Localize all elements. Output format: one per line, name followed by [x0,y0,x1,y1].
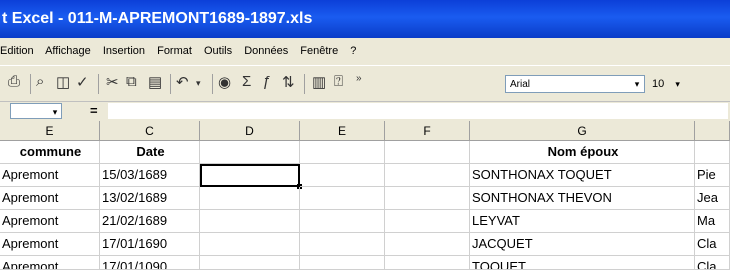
table-cell[interactable]: Apremont [0,210,100,233]
table-cell[interactable]: JACQUET [470,233,695,256]
toolbar-separator [212,74,213,94]
table-cell[interactable]: Ma [695,210,730,233]
table-cell[interactable]: Apremont [0,233,100,256]
table-cell[interactable] [300,164,385,187]
undo-dropdown-icon[interactable]: ▾ [196,78,201,89]
formula-bar: ▾ = [0,101,730,121]
table-cell[interactable] [385,233,470,256]
table-cell[interactable] [385,141,470,164]
table-cell[interactable]: SONTHONAX TOQUET [470,164,695,187]
font-size-dropdown-icon[interactable]: ▾ [675,79,680,89]
name-box[interactable]: ▾ [10,103,62,119]
spelling-icon[interactable]: ✓ [76,73,89,91]
preview-icon[interactable]: ◫ [56,73,70,91]
table-cell[interactable]: 13/02/1689 [100,187,200,210]
formula-input[interactable] [108,103,728,119]
hyperlink-icon[interactable]: ◉ [218,73,231,91]
table-cell[interactable]: 21/02/1689 [100,210,200,233]
font-name-select[interactable]: Arial ▾ [505,75,645,93]
table-cell[interactable]: Pie [695,164,730,187]
column-header[interactable] [695,121,730,141]
menu-edition[interactable]: Edition [0,45,34,57]
more-buttons-icon[interactable]: » [356,73,362,84]
cut-icon[interactable]: ✂ [106,73,119,91]
table-cell[interactable] [385,210,470,233]
table-cell[interactable]: Cla [695,256,730,270]
toolbar-separator [30,74,31,94]
undo-icon[interactable]: ↶ [176,73,189,91]
column-header[interactable]: G [470,121,695,141]
active-cell[interactable] [200,164,300,187]
menu-insertion[interactable]: Insertion [103,45,145,57]
column-header[interactable]: C [100,121,200,141]
chart-wizard-icon[interactable]: ▥ [312,73,326,91]
column-header[interactable]: E [300,121,385,141]
copy-icon[interactable]: ⧉ [126,73,137,90]
menu-outils[interactable]: Outils [204,45,232,57]
table-cell[interactable] [200,141,300,164]
window-title: t Excel - 011-M-APREMONT1689-1897.xls [2,10,313,27]
formula-equals-icon[interactable]: = [90,103,98,118]
column-header[interactable]: D [200,121,300,141]
table-cell[interactable] [300,233,385,256]
table-header-cell[interactable]: Date [100,141,200,164]
print-icon[interactable]: ⎙ [8,73,20,90]
font-size-value: 10 [652,78,665,90]
table-cell[interactable]: Apremont [0,164,100,187]
toolbar-separator [170,74,171,94]
font-name-dropdown-icon[interactable]: ▾ [630,76,644,92]
table-cell[interactable] [385,164,470,187]
table-cell[interactable]: SONTHONAX THEVON [470,187,695,210]
sort-ascending-icon[interactable]: ⇅ [282,73,295,91]
table-cell[interactable]: Jea [695,187,730,210]
table-cell[interactable] [200,256,300,270]
toolbar-separator [304,74,305,94]
function-icon[interactable]: ƒ [262,73,270,90]
menu-help[interactable]: ? [350,45,356,57]
table-cell[interactable]: LEYVAT [470,210,695,233]
name-box-dropdown-icon[interactable]: ▾ [49,104,61,120]
table-cell[interactable] [695,141,730,164]
menu-format[interactable]: Format [157,45,192,57]
table-cell[interactable] [200,187,300,210]
print-preview-icon[interactable]: ⌕ [36,73,44,90]
standard-toolbar: ⎙ ⌕ ◫ ✓ ✂ ⧉ ▤ ↶ ▾ ◉ Σ ƒ ⇅ ▥ ⍰ » Arial ▾ … [0,65,730,101]
table-cell[interactable] [385,187,470,210]
menu-affichage[interactable]: Affichage [45,45,91,57]
column-header[interactable]: F [385,121,470,141]
table-cell[interactable] [300,141,385,164]
help-icon[interactable]: ⍰ [334,73,343,90]
table-cell[interactable] [200,210,300,233]
table-cell[interactable] [385,256,470,270]
autosum-icon[interactable]: Σ [242,73,251,90]
font-name-value: Arial [510,79,531,90]
table-cell[interactable]: TOQUET [470,256,695,270]
table-cell[interactable] [300,256,385,270]
table-cell[interactable] [300,187,385,210]
menu-bar: Edition Affichage Insertion Format Outil… [0,38,730,65]
table-header-cell[interactable]: Nom époux [470,141,695,164]
column-header[interactable]: E [0,121,100,141]
menu-fenetre[interactable]: Fenêtre [300,45,338,57]
toolbar-separator [98,74,99,94]
table-cell[interactable] [300,210,385,233]
table-cell[interactable]: 17/01/1690 [100,233,200,256]
table-cell[interactable]: Apremont [0,187,100,210]
table-cell[interactable]: Cla [695,233,730,256]
table-cell[interactable]: 15/03/1689 [100,164,200,187]
table-header-cell[interactable]: commune [0,141,100,164]
font-size-select[interactable]: 10 ▾ [652,75,702,93]
menu-donnees[interactable]: Données [244,45,288,57]
spreadsheet-grid: E C D E F G commune Date Nom époux Aprem… [0,121,730,270]
title-bar: t Excel - 011-M-APREMONT1689-1897.xls [0,0,730,38]
table-cell[interactable]: Apremont [0,256,100,270]
table-cell[interactable]: 17/01/1090 [100,256,200,270]
table-cell[interactable] [200,233,300,256]
paste-icon[interactable]: ▤ [148,73,162,91]
